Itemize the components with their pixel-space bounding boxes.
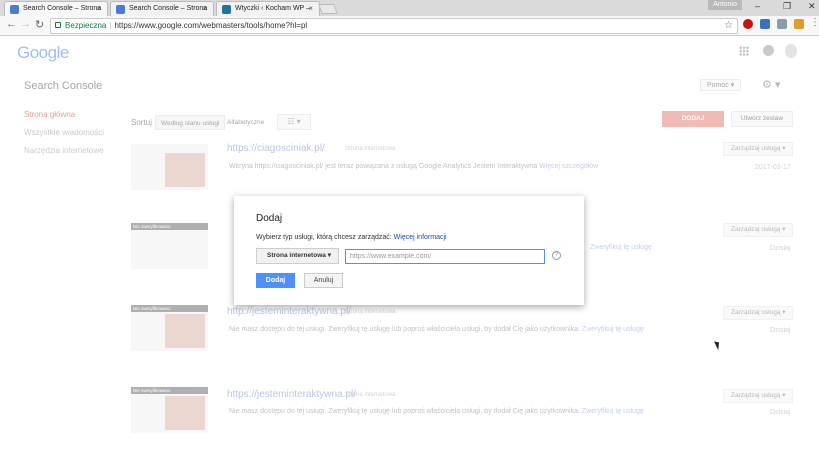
- extension-icon[interactable]: [777, 19, 787, 29]
- chevron-down-icon: ▾: [327, 252, 331, 259]
- close-tab-icon[interactable]: ×: [202, 2, 207, 16]
- close-tab-icon[interactable]: ×: [308, 2, 313, 16]
- back-arrow-icon[interactable]: ←: [6, 18, 17, 30]
- dialog-add-button[interactable]: Dodaj: [256, 273, 295, 288]
- window-close-icon[interactable]: ✕: [808, 1, 816, 12]
- extension-icon[interactable]: [794, 19, 804, 29]
- url-omnibox[interactable]: Bezpieczna | https://www.google.com/webmas…: [50, 18, 738, 34]
- browser-menu-icon[interactable]: ⋮: [810, 17, 819, 28]
- browser-tab-2[interactable]: Search Console – Strona ×: [110, 1, 214, 16]
- lock-icon: [55, 22, 61, 28]
- dialog-cancel-button[interactable]: Anuluj: [304, 273, 343, 288]
- property-url-input[interactable]: [345, 249, 545, 264]
- new-tab-button[interactable]: [318, 4, 338, 14]
- tab-label: Search Console – Strona: [23, 5, 102, 12]
- opera-extension-icon[interactable]: [743, 19, 753, 29]
- address-bar-row: ← → ↻ Bezpieczna | https://www.google.com/…: [0, 16, 819, 36]
- dialog-title: Dodaj: [256, 213, 283, 224]
- forward-arrow-icon[interactable]: →: [20, 18, 31, 30]
- search-console-favicon-icon: [10, 5, 19, 14]
- extension-icon[interactable]: [760, 19, 770, 29]
- minimize-icon[interactable]: –: [755, 1, 760, 11]
- help-icon[interactable]: ?: [552, 251, 561, 260]
- browser-user-badge[interactable]: Antonio: [708, 0, 742, 10]
- tab-label: Search Console – Strona: [129, 5, 208, 12]
- url-text: https://www.google.com/webmasters/tools/…: [114, 21, 308, 30]
- search-console-favicon-icon: [116, 5, 125, 14]
- tab-label: Wtyczki ‹ Kocham WP –: [235, 5, 310, 12]
- reload-icon[interactable]: ↻: [35, 18, 44, 31]
- browser-tab-3[interactable]: Wtyczki ‹ Kocham WP – ×: [216, 1, 320, 16]
- dialog-prompt-text: Wybierz typ usługi, którą chcesz zarządz…: [256, 234, 392, 241]
- browser-tab-bar: Search Console – Strona × Search Console…: [0, 0, 819, 16]
- property-type-value: Strona internetowa: [267, 252, 326, 259]
- property-type-select[interactable]: Strona internetowa ▾: [256, 248, 339, 264]
- bookmark-star-icon[interactable]: ☆: [724, 19, 733, 33]
- close-tab-icon[interactable]: ×: [96, 2, 101, 16]
- wordpress-favicon-icon: [222, 5, 231, 14]
- restore-icon[interactable]: ❐: [783, 1, 791, 12]
- secure-label: Bezpieczna: [65, 21, 107, 30]
- add-property-dialog: Dodaj Wybierz typ usługi, którą chcesz z…: [234, 196, 584, 305]
- browser-tab-1[interactable]: Search Console – Strona ×: [4, 1, 108, 16]
- more-info-link[interactable]: Więcej informacji: [394, 234, 447, 241]
- url-separator: |: [109, 21, 112, 30]
- dialog-prompt: Wybierz typ usługi, którą chcesz zarządz…: [256, 234, 447, 241]
